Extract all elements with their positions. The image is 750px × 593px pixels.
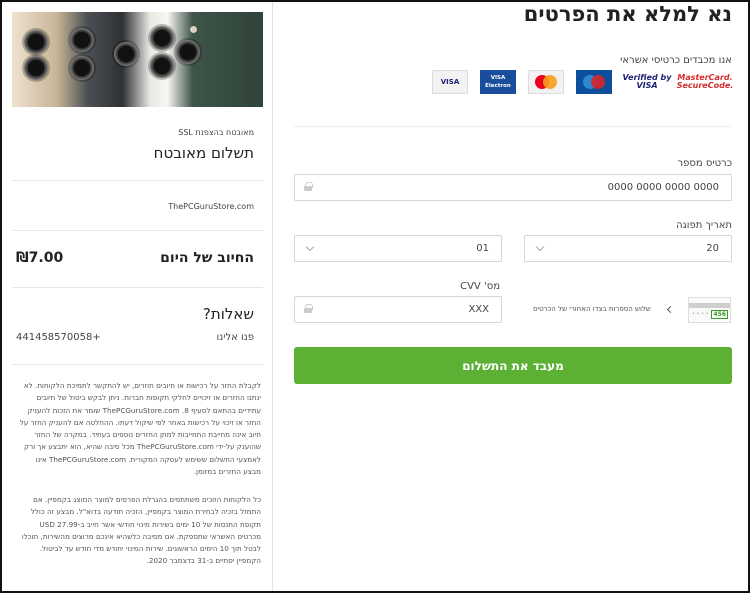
expiry-year-select[interactable]: 20 xyxy=(524,235,732,262)
product-image xyxy=(12,12,263,107)
visa-logo: VISA xyxy=(432,70,468,94)
divider xyxy=(294,126,732,127)
lock-icon xyxy=(304,182,313,191)
expiry-label: תאריך תפוגה xyxy=(676,220,732,231)
cvv-card-illustration: • • • • 456 xyxy=(688,297,731,323)
campaign-terms-text: כל הלקוחות הזוכים משתתפים בהגרלת הפרסים … xyxy=(21,495,261,566)
card-number-value: 0000 0000 0000 0000 xyxy=(607,182,719,193)
mastercard-logo xyxy=(528,70,564,94)
verified-by-visa-logo: Verified by VISA xyxy=(622,73,672,90)
expiry-month-value: 01 xyxy=(476,243,489,254)
card-logos: VISA VISA Electron Verified by VISA Mast… xyxy=(432,70,734,96)
cvv-label: מס' CVV xyxy=(460,281,500,292)
ssl-label: מאובטח בהצפנת SSL xyxy=(178,128,254,137)
order-summary-panel: מאובטח בהצפנת SSL תשלום מאובטח ThePCGuru… xyxy=(2,2,273,591)
card-number-label: כרטיס מספר xyxy=(677,158,733,169)
maestro-logo xyxy=(576,70,612,94)
store-name: ThePCGuruStore.com xyxy=(168,202,254,211)
cvv-input[interactable]: XXX xyxy=(294,296,502,323)
page-title: נא למלא את הפרטים xyxy=(523,2,732,26)
cvv-help-link[interactable]: שלוש הספרות בצדו האחורי של הכרטיס xyxy=(533,305,651,313)
contact-label: פנו אלינו xyxy=(216,332,255,343)
chevron-down-icon xyxy=(535,242,545,252)
today-charge-amount: ₪7.00 xyxy=(16,250,64,266)
submit-payment-button[interactable]: מעבד את התשלום xyxy=(294,347,732,384)
divider xyxy=(12,287,263,288)
card-number-input[interactable]: 0000 0000 0000 0000 xyxy=(294,174,732,201)
refund-policy-text: לקבלת החזר על רכישות או חיובים חוזרים, י… xyxy=(19,381,261,477)
divider xyxy=(12,180,263,181)
divider xyxy=(12,364,263,365)
secure-payment-title: תשלום מאובטח xyxy=(153,144,254,162)
contact-phone: 441458570058+ xyxy=(16,332,101,343)
cvv-value: XXX xyxy=(468,304,489,315)
visa-electron-logo: VISA Electron xyxy=(480,70,516,94)
accepted-cards-label: אנו מכבדים כרטיסי אשראי xyxy=(620,55,732,66)
divider xyxy=(12,230,263,231)
chevron-down-icon xyxy=(305,242,315,252)
mastercard-securecode-logo: MasterCard. SecureCode. xyxy=(676,73,734,90)
expiry-year-value: 20 xyxy=(706,243,719,254)
lock-icon xyxy=(304,304,313,313)
today-charge-label: החיוב של היום xyxy=(160,250,254,266)
expiry-month-select[interactable]: 01 xyxy=(294,235,502,262)
questions-title: שאלות? xyxy=(202,305,254,323)
